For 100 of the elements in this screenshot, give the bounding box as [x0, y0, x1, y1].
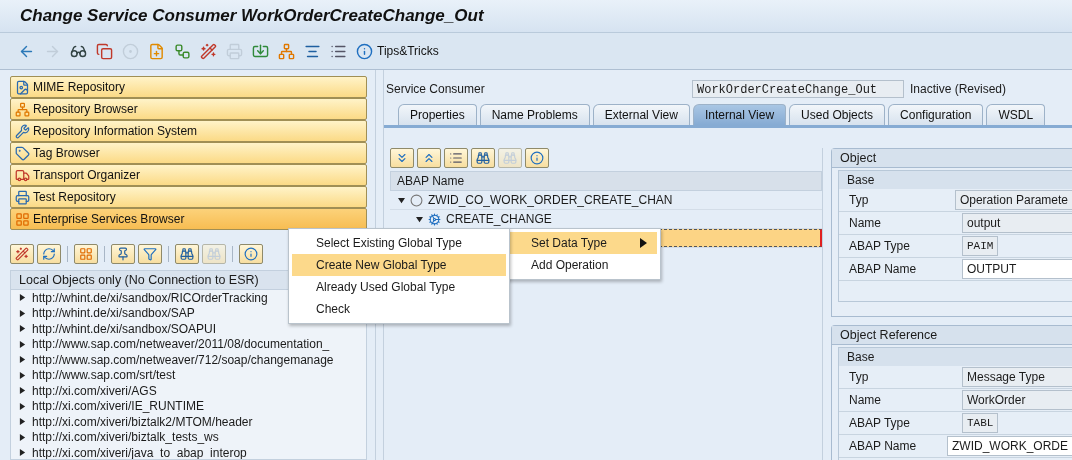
- binoculars-plus-icon: [207, 247, 221, 261]
- navigator-button[interactable]: MIME Repository: [10, 76, 367, 98]
- namespace-item[interactable]: http://www.sap.com/netweaver/2011/08/documentation_: [32, 337, 330, 352]
- tab[interactable]: Configuration: [888, 104, 984, 125]
- navigator-button[interactable]: Test Repository: [10, 186, 367, 208]
- expand-toggle-icon[interactable]: [19, 387, 26, 395]
- menu-item[interactable]: Create New Global Type: [292, 254, 506, 276]
- tab[interactable]: Name Problems: [479, 104, 590, 125]
- toolbar-button[interactable]: [175, 244, 199, 264]
- printer-icon: [226, 42, 243, 60]
- navigator-button[interactable]: Repository Information System: [10, 120, 367, 142]
- toolbar-button[interactable]: [138, 244, 162, 264]
- display-field: Operation Paramete: [954, 190, 1072, 210]
- namespace-item[interactable]: http://xi.com/xiveri/java_to_abap_interop: [32, 445, 247, 459]
- toolbar-button[interactable]: [200, 41, 218, 61]
- namespace-item[interactable]: http://xi.com/xiveri/biztalk2/MTOM/header: [32, 414, 253, 429]
- expand-toggle-icon[interactable]: [19, 356, 26, 364]
- tab[interactable]: Used Objects: [789, 104, 886, 125]
- field-label: ABAP Name: [849, 439, 918, 453]
- squares-icon: [15, 211, 30, 227]
- toolbar-button[interactable]: [471, 148, 495, 168]
- name-field: WorkOrderCreateChange_Out: [692, 80, 904, 98]
- navigator-button[interactable]: Enterprise Services Browser: [10, 208, 367, 230]
- expand-toggle-icon[interactable]: [398, 196, 405, 204]
- toolbar-button[interactable]: [10, 244, 34, 264]
- column-header: ABAP Name: [390, 171, 822, 191]
- circle-icon: [410, 193, 423, 207]
- navigator-button[interactable]: Tag Browser: [10, 142, 367, 164]
- status-text: Inactive (Revised): [910, 82, 1007, 96]
- pin-icon: [116, 247, 130, 261]
- namespace-item[interactable]: http://xi.com/xiveri/IE_RUNTIME: [32, 399, 205, 414]
- hierarchy-icon: [15, 101, 30, 117]
- toolbar-button[interactable]: [417, 148, 441, 168]
- hierarchy-icon: [278, 42, 295, 60]
- namespace-item[interactable]: http://whint.de/xi/sandbox/RICOrderTracking: [32, 290, 268, 305]
- expand-toggle-icon[interactable]: [19, 294, 26, 302]
- list-icon: [449, 151, 463, 165]
- display-field: PAIM: [962, 236, 999, 256]
- group-title: Object: [832, 149, 1072, 168]
- section-title: Base: [839, 171, 1072, 189]
- expand-toggle-icon[interactable]: [19, 325, 26, 333]
- info-icon: [530, 151, 544, 165]
- expand-toggle-icon[interactable]: [19, 309, 26, 317]
- nodes-icon: [174, 42, 191, 60]
- namespace-item[interactable]: http://whint.de/xi/sandbox/SAP: [32, 306, 195, 321]
- expand-toggle-icon[interactable]: [19, 433, 26, 441]
- toolbar-button[interactable]: [525, 148, 549, 168]
- wand-icon: [15, 247, 29, 261]
- input-field[interactable]: ZWID_WORK_ORDE: [947, 436, 1072, 456]
- info-icon: [244, 247, 258, 261]
- namespace-item[interactable]: http://xi.com/xiveri/AGS: [32, 383, 157, 398]
- tab[interactable]: WSDL: [986, 104, 1046, 125]
- expand-toggle-icon[interactable]: [19, 449, 26, 457]
- namespace-item[interactable]: http://www.sap.com/srt/test: [32, 368, 176, 383]
- navigator-button[interactable]: Transport Organizer: [10, 164, 367, 186]
- menu-item[interactable]: Set Data Type: [507, 232, 657, 254]
- binoculars-plus-icon: [503, 151, 517, 165]
- display-field: Message Type: [962, 367, 1072, 387]
- menu-item[interactable]: Add Operation: [507, 254, 657, 276]
- chevrons-down-icon: [395, 151, 409, 165]
- info-icon: [356, 42, 373, 60]
- navigator-button[interactable]: Repository Browser: [10, 98, 367, 120]
- expand-toggle-icon[interactable]: [19, 418, 26, 426]
- tab[interactable]: Internal View: [692, 104, 787, 125]
- refresh-icon: [42, 247, 56, 261]
- expand-toggle-icon[interactable]: [19, 340, 26, 348]
- toolbar-button[interactable]: [239, 244, 263, 264]
- field-label: Name: [849, 393, 882, 407]
- field-label: Typ: [849, 193, 870, 207]
- tab[interactable]: Properties: [398, 104, 477, 125]
- tips-button[interactable]: Tips&Tricks: [356, 41, 439, 61]
- toolbar-button[interactable]: [174, 41, 192, 61]
- squares-icon: [79, 247, 93, 261]
- section-title: Base: [839, 348, 1072, 366]
- tree-node[interactable]: CREATE_CHANGE: [446, 212, 552, 226]
- tree-node[interactable]: ZWID_CO_WORK_ORDER_CREATE_CHAN: [428, 193, 673, 207]
- toolbar-button[interactable]: [96, 41, 114, 61]
- toolbar-button[interactable]: [390, 148, 414, 168]
- truck-icon: [15, 167, 30, 183]
- image-file-icon: [15, 79, 30, 95]
- new-page-icon: [148, 42, 165, 60]
- expand-toggle-icon[interactable]: [19, 371, 26, 379]
- display-field: WorkOrder: [962, 390, 1072, 410]
- namespace-item[interactable]: http://whint.de/xi/sandbox/SOAPUI: [32, 321, 217, 336]
- toolbar-button[interactable]: [37, 244, 61, 264]
- tab[interactable]: External View: [592, 104, 690, 125]
- import-icon: [252, 42, 269, 60]
- toolbar-button[interactable]: [111, 244, 135, 264]
- display-field: output: [962, 213, 1072, 233]
- namespace-item[interactable]: http://www.sap.com/netweaver/712/soap/changemanage: [32, 352, 334, 367]
- display-field: TABL: [962, 413, 999, 433]
- field-label: ABAP Type: [849, 416, 911, 430]
- menu-item[interactable]: Select Existing Global Type: [292, 232, 506, 254]
- input-field[interactable]: OUTPUT: [962, 259, 1072, 279]
- expand-toggle-icon[interactable]: [416, 215, 423, 223]
- menu-item[interactable]: Check: [292, 298, 506, 320]
- expand-toggle-icon[interactable]: [19, 402, 26, 410]
- namespace-item[interactable]: http://xi.com/xiveri/biztalk_tests_ws: [32, 430, 219, 445]
- toolbar-button[interactable]: [444, 148, 468, 168]
- field-label: Typ: [849, 370, 870, 384]
